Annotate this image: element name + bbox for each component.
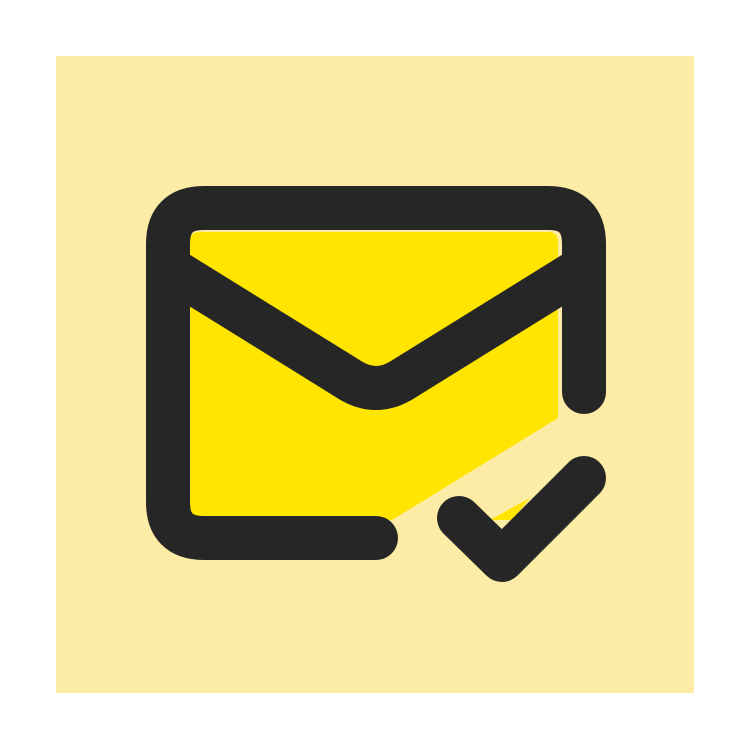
- icon-canvas: [0, 0, 750, 750]
- mail-check-icon: [146, 186, 606, 582]
- checkmark: [437, 456, 606, 582]
